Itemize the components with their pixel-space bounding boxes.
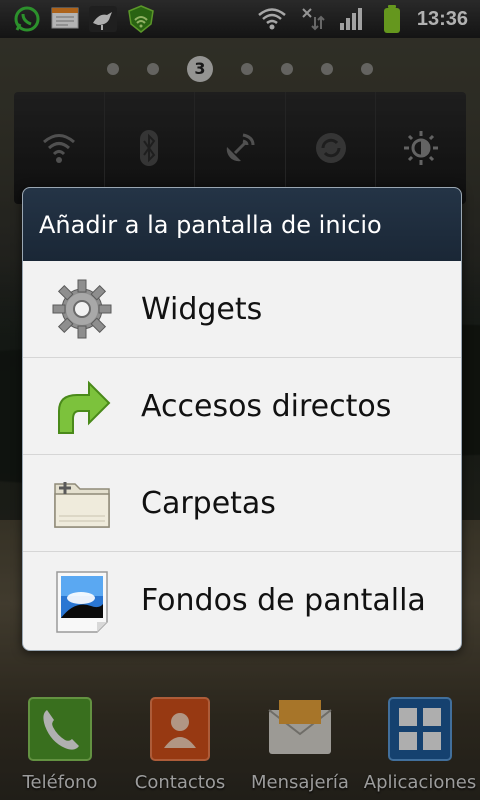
dialog-item-label: Carpetas — [141, 485, 276, 521]
dialog-item-label: Widgets — [141, 291, 263, 327]
dialog-item-shortcuts[interactable]: Accesos directos — [23, 358, 461, 455]
dialog-item-wallpapers[interactable]: Fondos de pantalla — [23, 552, 461, 649]
gear-icon — [23, 278, 141, 340]
dialog-item-label: Fondos de pantalla — [141, 583, 426, 618]
dialog-item-folders[interactable]: Carpetas — [23, 455, 461, 552]
wallpaper-icon — [23, 568, 141, 634]
shortcut-arrow-icon — [23, 375, 141, 437]
add-to-home-dialog: Añadir a la pantalla de inicio Widgets A… — [22, 187, 462, 651]
dialog-item-label: Accesos directos — [141, 388, 392, 424]
folder-icon — [23, 472, 141, 534]
dialog-title: Añadir a la pantalla de inicio — [23, 188, 461, 261]
dialog-item-widgets[interactable]: Widgets — [23, 261, 461, 358]
